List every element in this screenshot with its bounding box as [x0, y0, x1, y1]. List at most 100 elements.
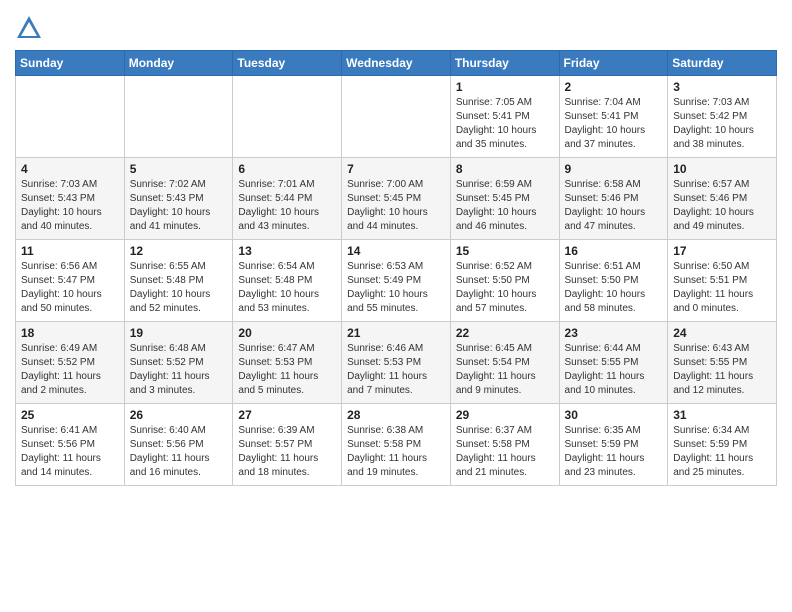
calendar-cell: 5 Sunrise: 7:02 AM Sunset: 5:43 PM Daylig… — [124, 158, 233, 240]
day-info: Sunrise: 6:47 AM Sunset: 5:53 PM Dayligh… — [238, 342, 336, 398]
calendar-cell — [16, 76, 125, 158]
header-cell-thursday: Thursday — [450, 51, 559, 76]
day-info: Sunrise: 6:50 AM Sunset: 5:51 PM Dayligh… — [673, 260, 771, 316]
day-info: Sunrise: 7:02 AM Sunset: 5:43 PM Dayligh… — [130, 178, 228, 234]
week-row-1: 1 Sunrise: 7:05 AM Sunset: 5:41 PM Daylig… — [16, 76, 777, 158]
day-number: 2 — [565, 80, 663, 94]
day-number: 22 — [456, 326, 554, 340]
day-number: 9 — [565, 162, 663, 176]
header-cell-wednesday: Wednesday — [342, 51, 451, 76]
logo-icon — [15, 14, 43, 42]
day-info: Sunrise: 6:44 AM Sunset: 5:55 PM Dayligh… — [565, 342, 663, 398]
week-row-3: 11 Sunrise: 6:56 AM Sunset: 5:47 PM Dayli… — [16, 240, 777, 322]
day-number: 7 — [347, 162, 445, 176]
day-info: Sunrise: 7:00 AM Sunset: 5:45 PM Dayligh… — [347, 178, 445, 234]
calendar-cell: 7 Sunrise: 7:00 AM Sunset: 5:45 PM Daylig… — [342, 158, 451, 240]
header-cell-tuesday: Tuesday — [233, 51, 342, 76]
calendar-cell: 19Sunrise: 6:48 AM Sunset: 5:52 PM Dayli… — [124, 322, 233, 404]
day-info: Sunrise: 7:03 AM Sunset: 5:43 PM Dayligh… — [21, 178, 119, 234]
calendar-table: SundayMondayTuesdayWednesdayThursdayFrid… — [15, 50, 777, 486]
day-info: Sunrise: 6:35 AM Sunset: 5:59 PM Dayligh… — [565, 424, 663, 480]
calendar-cell: 16Sunrise: 6:51 AM Sunset: 5:50 PM Dayli… — [559, 240, 668, 322]
calendar-cell: 27Sunrise: 6:39 AM Sunset: 5:57 PM Dayli… — [233, 404, 342, 486]
day-info: Sunrise: 6:45 AM Sunset: 5:54 PM Dayligh… — [456, 342, 554, 398]
day-info: Sunrise: 6:43 AM Sunset: 5:55 PM Dayligh… — [673, 342, 771, 398]
calendar-cell: 31 Sunrise: 6:34 AM Sunset: 5:59 PM Dayli… — [668, 404, 777, 486]
header-row: SundayMondayTuesdayWednesdayThursdayFrid… — [16, 51, 777, 76]
day-info: Sunrise: 6:41 AM Sunset: 5:56 PM Dayligh… — [21, 424, 119, 480]
calendar-cell — [233, 76, 342, 158]
calendar-cell: 1 Sunrise: 7:05 AM Sunset: 5:41 PM Daylig… — [450, 76, 559, 158]
calendar-cell: 30 Sunrise: 6:35 AM Sunset: 5:59 PM Dayli… — [559, 404, 668, 486]
calendar-cell: 2 Sunrise: 7:04 AM Sunset: 5:41 PM Daylig… — [559, 76, 668, 158]
day-info: Sunrise: 6:52 AM Sunset: 5:50 PM Dayligh… — [456, 260, 554, 316]
day-info: Sunrise: 6:51 AM Sunset: 5:50 PM Dayligh… — [565, 260, 663, 316]
day-number: 17 — [673, 244, 771, 258]
day-number: 28 — [347, 408, 445, 422]
day-number: 30 — [565, 408, 663, 422]
header-cell-monday: Monday — [124, 51, 233, 76]
day-info: Sunrise: 6:59 AM Sunset: 5:45 PM Dayligh… — [456, 178, 554, 234]
calendar-cell: 20 Sunrise: 6:47 AM Sunset: 5:53 PM Dayli… — [233, 322, 342, 404]
calendar-cell: 10Sunrise: 6:57 AM Sunset: 5:46 PM Dayli… — [668, 158, 777, 240]
day-number: 4 — [21, 162, 119, 176]
calendar-cell: 11 Sunrise: 6:56 AM Sunset: 5:47 PM Dayli… — [16, 240, 125, 322]
calendar-cell: 14Sunrise: 6:53 AM Sunset: 5:49 PM Dayli… — [342, 240, 451, 322]
day-number: 1 — [456, 80, 554, 94]
week-row-5: 25 Sunrise: 6:41 AM Sunset: 5:56 PM Dayli… — [16, 404, 777, 486]
week-row-2: 4 Sunrise: 7:03 AM Sunset: 5:43 PM Daylig… — [16, 158, 777, 240]
calendar-cell — [124, 76, 233, 158]
day-number: 27 — [238, 408, 336, 422]
day-info: Sunrise: 6:37 AM Sunset: 5:58 PM Dayligh… — [456, 424, 554, 480]
day-number: 8 — [456, 162, 554, 176]
day-number: 3 — [673, 80, 771, 94]
calendar-cell: 9Sunrise: 6:58 AM Sunset: 5:46 PM Daylig… — [559, 158, 668, 240]
calendar-cell: 25 Sunrise: 6:41 AM Sunset: 5:56 PM Dayli… — [16, 404, 125, 486]
day-info: Sunrise: 6:53 AM Sunset: 5:49 PM Dayligh… — [347, 260, 445, 316]
day-info: Sunrise: 6:49 AM Sunset: 5:52 PM Dayligh… — [21, 342, 119, 398]
day-number: 21 — [347, 326, 445, 340]
calendar-cell: 8 Sunrise: 6:59 AM Sunset: 5:45 PM Daylig… — [450, 158, 559, 240]
header-cell-friday: Friday — [559, 51, 668, 76]
calendar-cell: 24Sunrise: 6:43 AM Sunset: 5:55 PM Dayli… — [668, 322, 777, 404]
day-info: Sunrise: 6:55 AM Sunset: 5:48 PM Dayligh… — [130, 260, 228, 316]
logo — [15, 14, 47, 42]
day-info: Sunrise: 6:46 AM Sunset: 5:53 PM Dayligh… — [347, 342, 445, 398]
day-info: Sunrise: 7:01 AM Sunset: 5:44 PM Dayligh… — [238, 178, 336, 234]
day-info: Sunrise: 6:56 AM Sunset: 5:47 PM Dayligh… — [21, 260, 119, 316]
day-number: 20 — [238, 326, 336, 340]
calendar-body: 1 Sunrise: 7:05 AM Sunset: 5:41 PM Daylig… — [16, 76, 777, 486]
day-info: Sunrise: 7:05 AM Sunset: 5:41 PM Dayligh… — [456, 96, 554, 152]
calendar-cell: 13Sunrise: 6:54 AM Sunset: 5:48 PM Dayli… — [233, 240, 342, 322]
day-info: Sunrise: 6:38 AM Sunset: 5:58 PM Dayligh… — [347, 424, 445, 480]
page-header — [15, 10, 777, 42]
day-info: Sunrise: 7:04 AM Sunset: 5:41 PM Dayligh… — [565, 96, 663, 152]
calendar-cell: 29 Sunrise: 6:37 AM Sunset: 5:58 PM Dayli… — [450, 404, 559, 486]
calendar-cell: 18 Sunrise: 6:49 AM Sunset: 5:52 PM Dayli… — [16, 322, 125, 404]
calendar-cell: 26 Sunrise: 6:40 AM Sunset: 5:56 PM Dayli… — [124, 404, 233, 486]
calendar-cell: 3Sunrise: 7:03 AM Sunset: 5:42 PM Daylig… — [668, 76, 777, 158]
header-cell-saturday: Saturday — [668, 51, 777, 76]
calendar-cell: 15 Sunrise: 6:52 AM Sunset: 5:50 PM Dayli… — [450, 240, 559, 322]
calendar-cell: 22 Sunrise: 6:45 AM Sunset: 5:54 PM Dayli… — [450, 322, 559, 404]
day-info: Sunrise: 6:54 AM Sunset: 5:48 PM Dayligh… — [238, 260, 336, 316]
calendar-header: SundayMondayTuesdayWednesdayThursdayFrid… — [16, 51, 777, 76]
day-number: 15 — [456, 244, 554, 258]
day-number: 26 — [130, 408, 228, 422]
day-number: 29 — [456, 408, 554, 422]
day-number: 12 — [130, 244, 228, 258]
day-info: Sunrise: 6:40 AM Sunset: 5:56 PM Dayligh… — [130, 424, 228, 480]
day-number: 11 — [21, 244, 119, 258]
calendar-cell: 23Sunrise: 6:44 AM Sunset: 5:55 PM Dayli… — [559, 322, 668, 404]
day-number: 18 — [21, 326, 119, 340]
day-number: 31 — [673, 408, 771, 422]
day-number: 6 — [238, 162, 336, 176]
calendar-cell: 6 Sunrise: 7:01 AM Sunset: 5:44 PM Daylig… — [233, 158, 342, 240]
day-number: 25 — [21, 408, 119, 422]
day-info: Sunrise: 6:48 AM Sunset: 5:52 PM Dayligh… — [130, 342, 228, 398]
day-info: Sunrise: 6:57 AM Sunset: 5:46 PM Dayligh… — [673, 178, 771, 234]
day-info: Sunrise: 6:34 AM Sunset: 5:59 PM Dayligh… — [673, 424, 771, 480]
calendar-cell: 17 Sunrise: 6:50 AM Sunset: 5:51 PM Dayli… — [668, 240, 777, 322]
day-number: 5 — [130, 162, 228, 176]
calendar-cell — [342, 76, 451, 158]
